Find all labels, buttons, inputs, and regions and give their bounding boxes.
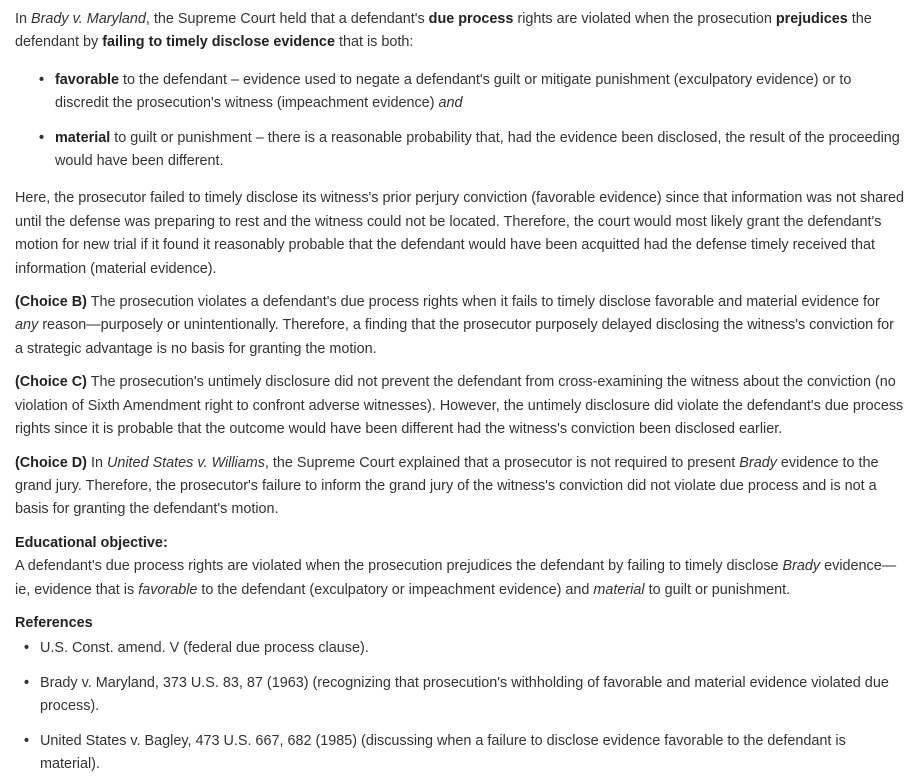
objective-emphasis: Brady <box>782 558 821 575</box>
choice-label: (Choice B) <box>15 294 87 311</box>
references-heading: References <box>15 614 93 631</box>
reference-item: • Brady v. Maryland, 373 U.S. 83, 87 (196… <box>24 672 904 719</box>
emphasis-due-process: due process <box>428 11 514 27</box>
reference-text: Brady v. Maryland, 373 U.S. 83, 87 (1963… <box>40 674 889 715</box>
choice-label: (Choice D) <box>15 454 87 471</box>
objective-heading: Educational objective: <box>15 534 168 551</box>
objective-segment: to guilt or punishment. <box>644 581 791 598</box>
list-item-favorable: • favorable to the defendant – evidence u… <box>39 69 904 116</box>
explanation-panel: In Brady v. Maryland, the Supreme Court … <box>0 0 914 776</box>
educational-objective: Educational objective: A defendant's due… <box>15 532 904 602</box>
reference-text: United States v. Bagley, 473 U.S. 667, 6… <box>40 732 846 772</box>
references-list: • U.S. Const. amend. V (federal due proce… <box>24 637 904 777</box>
element-term: material <box>55 129 111 146</box>
intro-text: that is both: <box>334 34 414 51</box>
choice-c-paragraph: (Choice C) The prosecution's untimely di… <box>15 371 904 441</box>
choice-text: reason—purposely or unintentionally. The… <box>15 317 894 357</box>
case-name: Brady <box>739 454 777 471</box>
intro-text: In <box>15 11 31 27</box>
intro-paragraph: In Brady v. Maryland, the Supreme Court … <box>15 8 904 55</box>
choice-emphasis: any <box>15 317 39 334</box>
reference-item: • United States v. Bagley, 473 U.S. 667, … <box>24 730 904 777</box>
intro-text: rights are violated when the prosecution <box>513 11 776 27</box>
objective-segment: A defendant's due process rights are vio… <box>15 558 783 575</box>
objective-emphasis: favorable <box>138 581 198 598</box>
reference-text: U.S. Const. amend. V (federal due proces… <box>40 640 369 657</box>
choice-d-paragraph: (Choice D) In United States v. Williams,… <box>15 452 904 522</box>
case-name: Brady v. Maryland <box>31 11 146 27</box>
list-item-material: • material to guilt or punishment – there… <box>39 127 904 174</box>
case-name: United States v. Williams <box>106 454 265 471</box>
choice-text: The prosecution's untimely disclosure di… <box>15 374 904 438</box>
brady-elements-list: • favorable to the defendant – evidence u… <box>39 69 904 174</box>
choice-text: The prosecution violates a defendant's d… <box>86 294 880 311</box>
emphasis-failing-to-disclose: failing to timely disclose evidence <box>102 34 335 51</box>
element-text: to guilt or punishment – there is a reas… <box>55 129 900 170</box>
references-section: References • U.S. Const. amend. V (federa… <box>15 612 904 776</box>
choice-label: (Choice C) <box>15 374 87 391</box>
element-tail: and <box>438 95 463 112</box>
emphasis-prejudices: prejudices <box>775 11 848 27</box>
element-term: favorable <box>55 71 119 88</box>
choice-text: , the Supreme Court explained that a pro… <box>264 454 740 471</box>
bullet-icon: • <box>39 129 45 146</box>
objective-segment: to the defendant (exculpatory or impeach… <box>197 581 594 598</box>
bullet-icon: • <box>24 732 30 749</box>
choice-text: In <box>86 454 107 471</box>
intro-text: , the Supreme Court held that a defendan… <box>145 11 429 27</box>
analysis-paragraph: Here, the prosecutor failed to timely di… <box>15 190 904 277</box>
bullet-icon: • <box>39 71 45 88</box>
bullet-icon: • <box>24 640 30 657</box>
objective-emphasis: material <box>593 581 645 598</box>
bullet-icon: • <box>24 674 30 691</box>
reference-item: • U.S. Const. amend. V (federal due proce… <box>24 637 904 660</box>
choice-b-paragraph: (Choice B) The prosecution violates a de… <box>15 291 904 361</box>
objective-text: A defendant's due process rights are vio… <box>15 555 904 602</box>
